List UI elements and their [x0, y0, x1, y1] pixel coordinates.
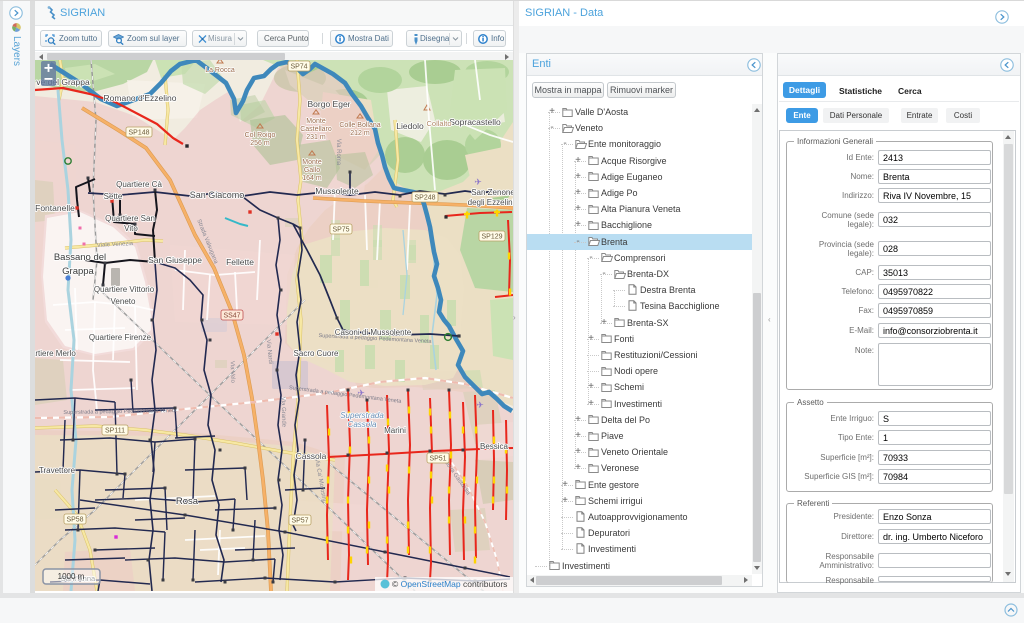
svg-text:SP111: SP111	[105, 428, 125, 435]
svg-text:Borgo Eger: Borgo Eger	[308, 99, 351, 109]
svg-text:© OpenStreetMap contributors: © OpenStreetMap contributors	[392, 579, 507, 589]
svg-text:Sopracastello: Sopracastello	[449, 117, 501, 127]
svg-text:SP129: SP129	[481, 234, 502, 241]
svg-text:Travettore: Travettore	[39, 466, 76, 475]
svg-text:Rosa: Rosa	[176, 496, 199, 507]
svg-text:Bessica: Bessica	[480, 442, 509, 451]
svg-text:degli Ezzelini: degli Ezzelini	[468, 198, 513, 207]
svg-text:SP57: SP57	[291, 518, 308, 525]
svg-text:Col Roigo: Col Roigo	[245, 132, 276, 139]
svg-text:Colle Bollana: Colle Bollana	[339, 122, 380, 129]
svg-text:Quartiere Cà: Quartiere Cà	[116, 180, 162, 189]
svg-text:Via Velo: Via Velo	[229, 361, 236, 384]
svg-text:Veneto: Veneto	[111, 297, 136, 306]
svg-text:SP74: SP74	[290, 64, 307, 71]
svg-text:Liedolo: Liedolo	[396, 121, 424, 131]
svg-text:Bassano del: Bassano del	[54, 252, 106, 263]
svg-text:Collalto: Collalto	[426, 119, 451, 128]
svg-text:Grappa: Grappa	[62, 266, 94, 277]
svg-text:Sette: Sette	[104, 192, 123, 201]
svg-text:Via Roma: Via Roma	[335, 139, 341, 166]
svg-text:Fellette: Fellette	[226, 257, 254, 267]
svg-text:La Rocca: La Rocca	[205, 67, 235, 74]
svg-text:San Giuseppe: San Giuseppe	[148, 255, 202, 265]
svg-text:Cassola: Cassola	[296, 451, 327, 461]
svg-text:Sacro Cuore: Sacro Cuore	[294, 349, 339, 358]
svg-text:Cassola: Cassola	[348, 420, 377, 429]
svg-text:SP148: SP148	[128, 130, 149, 137]
svg-text:✈: ✈	[476, 400, 484, 410]
svg-text:Superstrada: Superstrada	[340, 411, 384, 420]
svg-text:Quartiere San: Quartiere San	[105, 214, 155, 223]
svg-text:Monte: Monte	[306, 118, 326, 125]
svg-text:✈: ✈	[474, 177, 482, 187]
svg-text:Monte: Monte	[302, 159, 322, 166]
svg-text:231 m: 231 m	[306, 134, 326, 141]
svg-text:San Zenone: San Zenone	[471, 188, 513, 197]
svg-text:Casoni di Mussolente: Casoni di Mussolente	[335, 328, 412, 337]
svg-text:164 m: 164 m	[302, 175, 322, 182]
svg-text:SP248: SP248	[414, 195, 435, 202]
svg-text:Fontanelle: Fontanelle	[35, 203, 75, 213]
svg-text:Marini: Marini	[384, 426, 406, 435]
svg-text:Quartiere Firenze: Quartiere Firenze	[89, 333, 152, 342]
svg-text:1000 m: 1000 m	[58, 572, 85, 581]
svg-text:SP51: SP51	[429, 456, 446, 463]
svg-text:Gallo: Gallo	[304, 167, 320, 174]
svg-text:Via Grande: Via Grande	[279, 397, 286, 428]
svg-text:Mussolente: Mussolente	[315, 186, 359, 196]
svg-text:SP75: SP75	[332, 227, 349, 234]
svg-text:256 m: 256 m	[250, 140, 270, 147]
svg-text:SP58: SP58	[66, 517, 83, 524]
svg-text:Vito: Vito	[124, 224, 138, 233]
svg-text:Romano d'Ezzelino: Romano d'Ezzelino	[104, 93, 177, 103]
svg-text:San Giacomo: San Giacomo	[190, 190, 245, 200]
svg-text:SS47: SS47	[223, 313, 240, 320]
svg-text:Quartiere Merlo: Quartiere Merlo	[35, 349, 76, 358]
svg-text:Quartiere Vittorio: Quartiere Vittorio	[94, 285, 155, 294]
svg-text:212 m: 212 m	[350, 130, 370, 137]
svg-text:Castellaro: Castellaro	[300, 126, 332, 133]
